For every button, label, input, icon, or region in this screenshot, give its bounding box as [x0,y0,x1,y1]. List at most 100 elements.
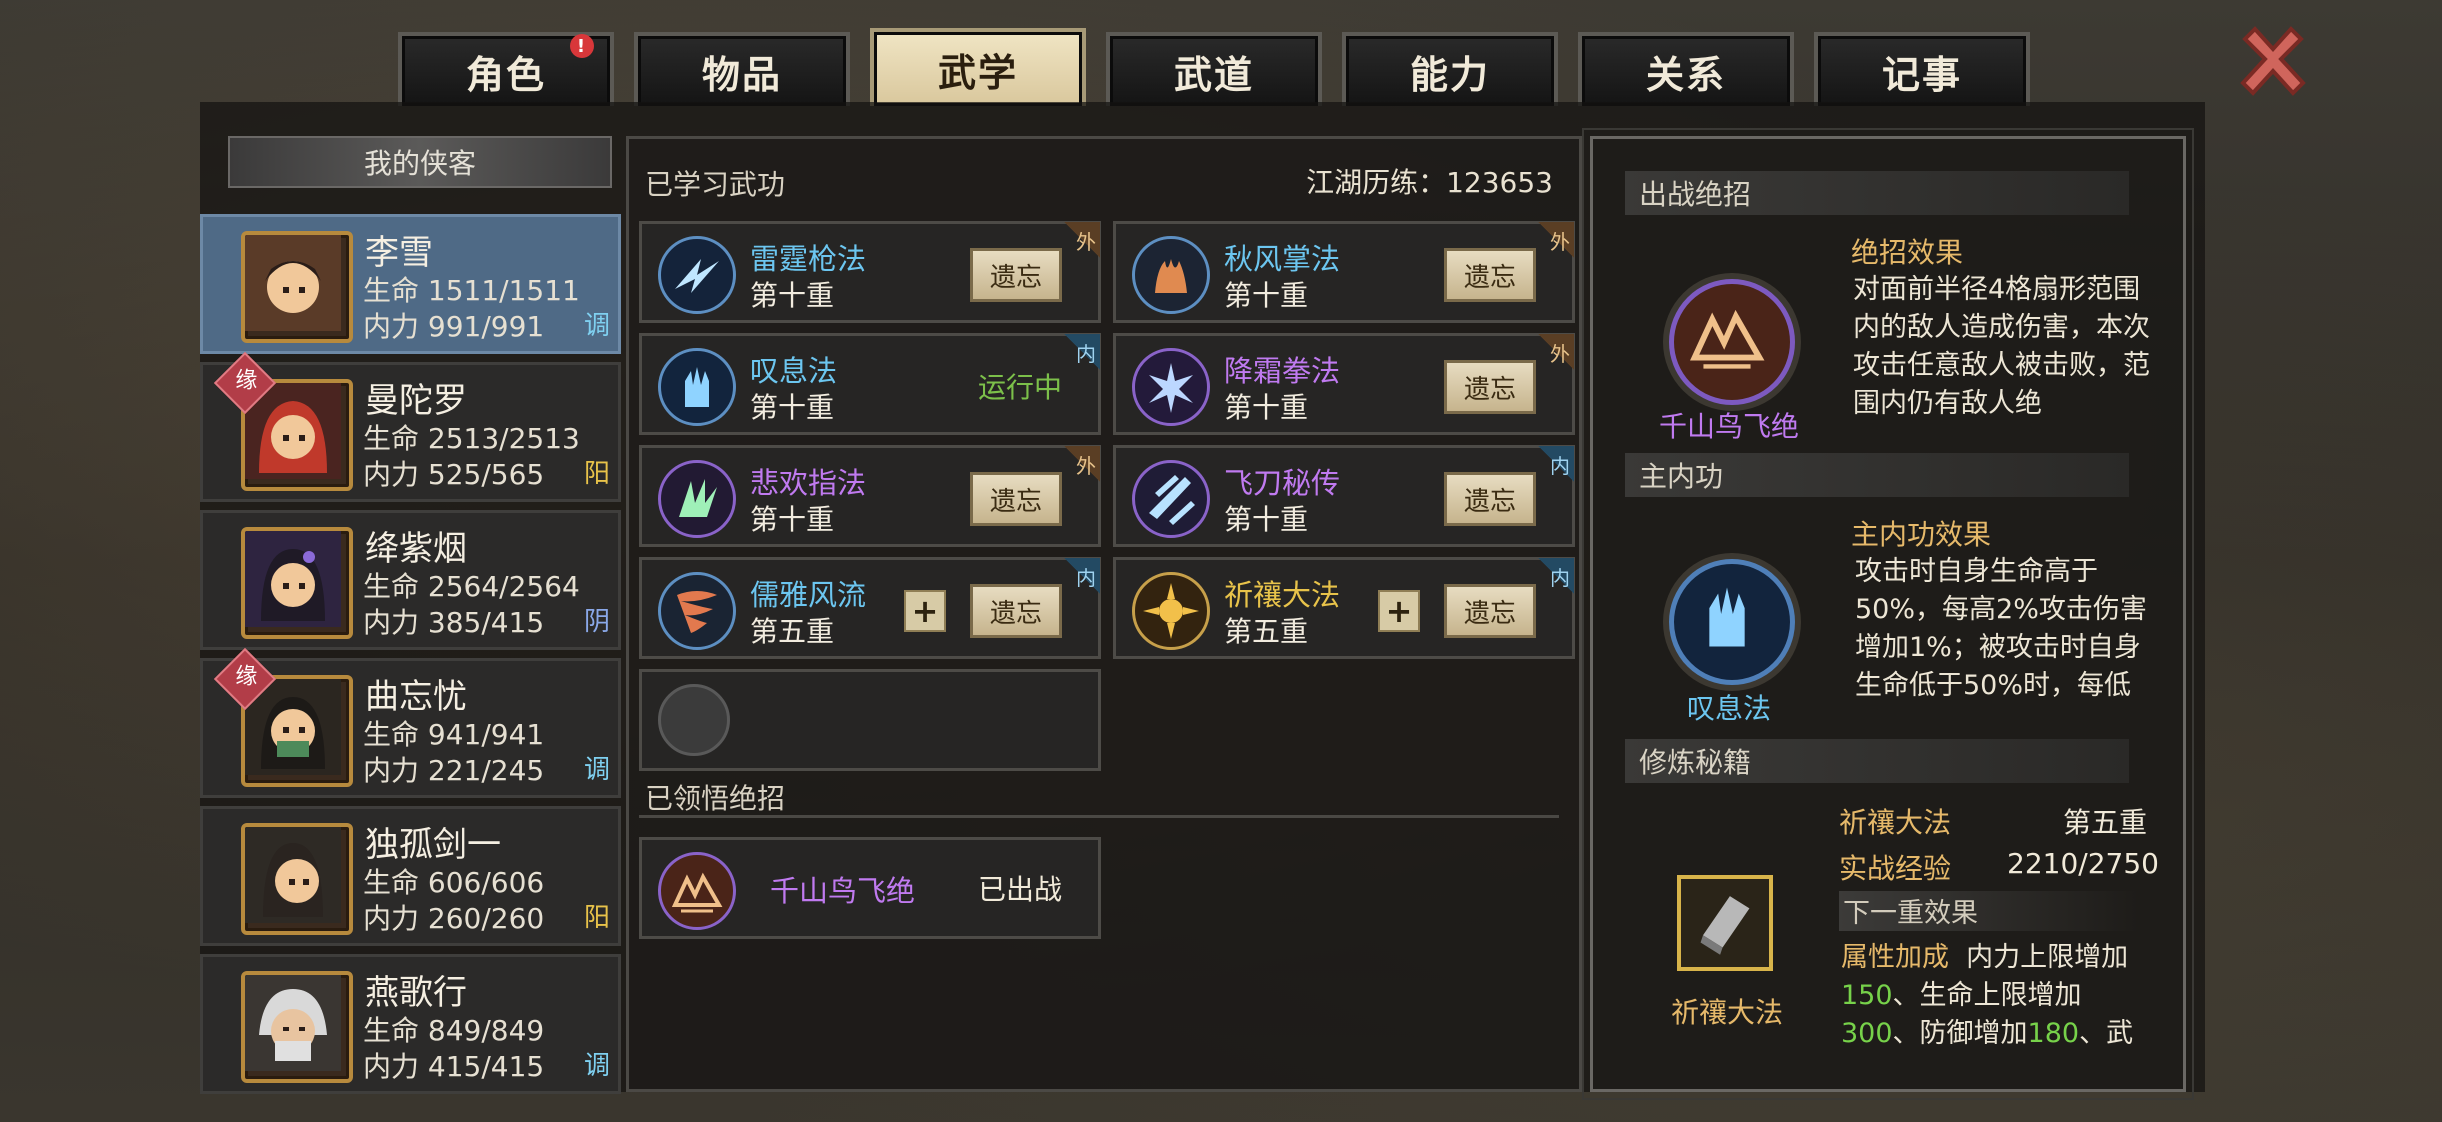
tab-role[interactable]: 角色 ! [398,32,614,106]
tab-label: 记事 [1881,52,1962,97]
inner-tag: 内 [1538,446,1574,482]
hero-inner-tag: 调 [583,755,610,785]
hero-card[interactable]: 缘 曲忘忧 生命 941/941 内力 221/245 调 [200,647,621,798]
tab-label: 角色 [465,52,546,97]
training-manual-header: 修炼秘籍 [1625,739,2129,783]
close-button[interactable] [2230,18,2316,104]
tab-label: 物品 [701,52,782,97]
main-inner-header: 主内功 [1625,453,2129,497]
tab-label: 关系 [1645,52,1726,97]
tab-martial-arts[interactable]: 武学 [870,28,1086,106]
inner-tag: 内 [1064,334,1100,370]
skill-card[interactable]: 儒雅风流 第五重 + 遗忘 内 [639,557,1101,659]
empty-skill-slot[interactable] [639,669,1101,771]
running-status: 运行中 [977,371,1062,404]
forget-button[interactable]: 遗忘 [1444,248,1536,302]
hero-inner-tag: 阳 [583,903,610,933]
exp-label: 实战经验 [1839,852,1952,885]
tab-items[interactable]: 物品 [634,32,850,106]
forget-button[interactable]: 遗忘 [970,472,1062,526]
hero-name: 燕歌行 [365,973,467,1013]
hero-mp: 内力 385/415 [363,606,545,639]
upgrade-plus-button[interactable]: + [1378,590,1420,632]
train-skill-level: 第五重 [2063,806,2148,839]
hero-hp: 生命 2564/2564 [363,570,580,603]
forget-button[interactable]: 遗忘 [1444,472,1536,526]
inner-tag: 内 [1538,558,1574,594]
whirlwind-icon [658,572,736,650]
hero-hp: 生命 2513/2513 [363,422,580,455]
skill-card[interactable]: 叹息法 第十重 运行中 内 [639,333,1101,435]
hero-inner-tag: 调 [583,311,610,341]
manual-book-icon [1677,875,1773,971]
tab-martial-path[interactable]: 武道 [1106,32,1322,106]
outer-tag: 外 [1538,222,1574,258]
hero-card[interactable]: 绛紫烟 生命 2564/2564 内力 385/415 阴 [200,510,621,650]
battle-effect-text: 对面前半径4格扇形范围内的敌人造成伤害，本次攻击任意敌人被击败，范围内仍有敌人绝 [1853,274,2150,419]
skill-name: 祈禳大法 [1224,578,1341,612]
hero-portrait [241,823,353,935]
hero-mp: 内力 991/991 [363,310,545,343]
skill-level: 第五重 [1224,615,1309,648]
skill-card[interactable]: 祈禳大法 第五重 + 遗忘 内 [1113,557,1575,659]
tab-ability[interactable]: 能力 [1342,32,1558,106]
learned-title: 已学习武功 [645,168,786,201]
tab-journal[interactable]: 记事 [1814,32,2030,106]
inner-effect-title: 主内功效果 [1851,518,1992,551]
heroes-header-label: 我的侠客 [363,147,476,180]
notification-badge: ! [570,34,594,58]
inner-tag: 内 [1064,558,1100,594]
forget-button[interactable]: 遗忘 [970,584,1062,638]
heroes-header: 我的侠客 [228,136,612,188]
skill-name: 雷霆枪法 [750,242,867,276]
outer-tag: 外 [1064,446,1100,482]
inner-skill-name: 叹息法 [1686,692,1771,725]
exp-value: 2210/2750 [2007,847,2159,880]
skill-level: 第十重 [1224,503,1309,536]
tab-relations[interactable]: 关系 [1578,32,1794,106]
upgrade-plus-button[interactable]: + [904,590,946,632]
hero-card[interactable]: 独孤剑一 生命 606/606 内力 260/260 阳 [200,806,621,946]
skill-level: 第五重 [750,615,835,648]
hero-card[interactable]: 缘 曼陀罗 生命 2513/2513 内力 525/565 阳 [200,351,621,502]
hero-card[interactable]: 燕歌行 生命 849/849 内力 415/415 调 [200,954,621,1094]
skill-name: 降霜拳法 [1224,354,1341,388]
skill-card[interactable]: 悲欢指法 第十重 遗忘 外 [639,445,1101,547]
hero-inner-tag: 阴 [583,607,610,637]
hero-name: 独孤剑一 [365,825,501,865]
hero-mp: 内力 525/565 [363,458,545,491]
skill-card[interactable]: 降霜拳法 第十重 遗忘 外 [1113,333,1575,435]
close-icon [2240,26,2306,96]
hero-card[interactable]: 李雪 生命 1511/1511 内力 991/991 调 [200,214,621,354]
outer-tag: 外 [1064,222,1100,258]
tab-label: 武道 [1173,52,1254,97]
hero-hp: 生命 1511/1511 [363,274,580,307]
prayer-sun-icon [1132,572,1210,650]
hero-name: 曼陀罗 [365,381,467,421]
skill-level: 第十重 [1224,391,1309,424]
skill-level: 第十重 [1224,279,1309,312]
skill-name: 悲欢指法 [750,466,867,500]
hero-inner-tag: 调 [583,1051,610,1081]
skill-name: 叹息法 [750,354,838,388]
skill-name: 飞刀秘传 [1224,466,1341,500]
ultimates-title: 已领悟绝招 [645,782,786,815]
hero-hp: 生命 606/606 [363,866,545,899]
forget-button[interactable]: 遗忘 [970,248,1062,302]
hero-hp: 生命 941/941 [363,718,545,751]
flying-knife-icon [1132,460,1210,538]
skill-card[interactable]: 飞刀秘传 第十重 遗忘 内 [1113,445,1575,547]
skill-card[interactable]: 雷霆枪法 第十重 遗忘 外 [639,221,1101,323]
hero-portrait [241,971,353,1083]
forget-button[interactable]: 遗忘 [1444,584,1536,638]
hero-name: 曲忘忧 [365,677,467,717]
lightning-spear-icon [658,236,736,314]
forget-button[interactable]: 遗忘 [1444,360,1536,414]
battle-skill-name: 千山鸟飞绝 [1658,410,1799,443]
hero-portrait [241,231,353,343]
inner-effect-text: 攻击时自身生命高于50%，每高2%攻击伤害增加1%；被攻击时自身生命低于50%时… [1855,556,2147,701]
skill-name: 秋风掌法 [1224,242,1341,276]
ultimate-name: 千山鸟飞绝 [770,874,916,908]
skill-card[interactable]: 秋风掌法 第十重 遗忘 外 [1113,221,1575,323]
ultimate-card[interactable]: 千山鸟飞绝 已出战 [639,837,1101,939]
